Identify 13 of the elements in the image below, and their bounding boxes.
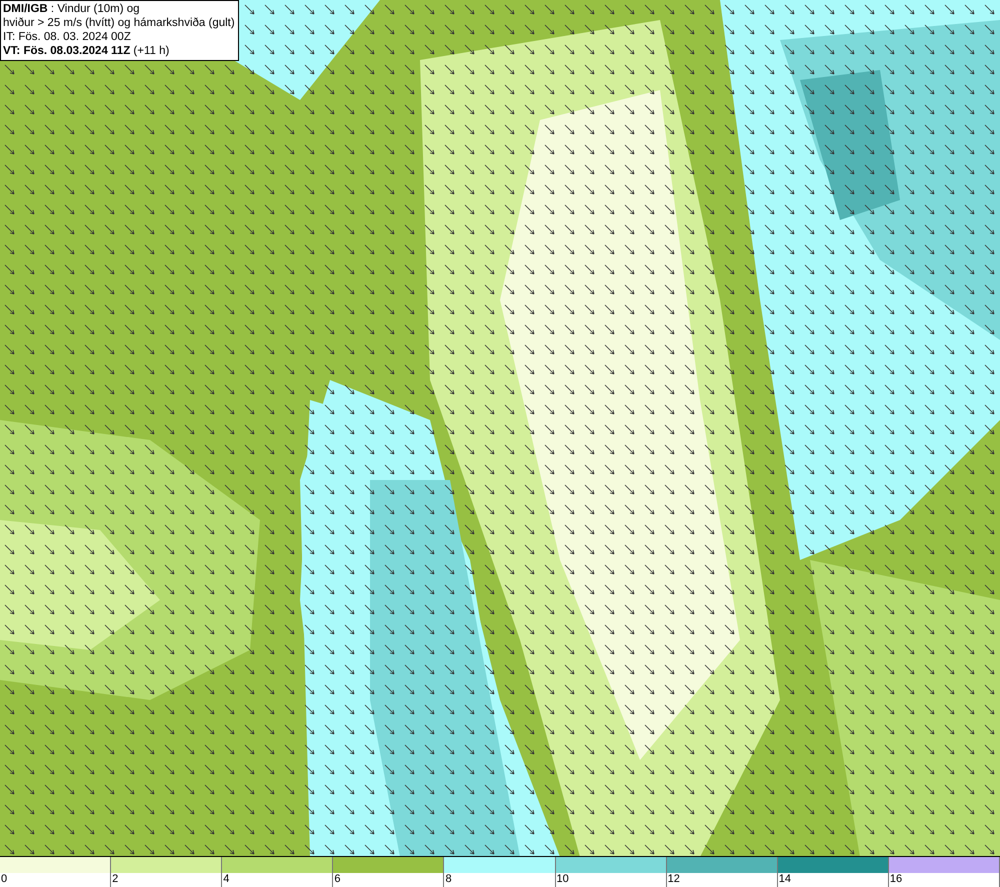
legend-label: 2	[111, 873, 118, 886]
legend-label: 14	[778, 873, 792, 886]
info-text: hviður > 25 m/s (hvítt) og hámarkshviða (gult)	[3, 16, 235, 30]
legend-label: 16	[888, 873, 902, 886]
info-text: VT: Fös. 08.03.2024 11Z (+11 h)	[3, 44, 170, 58]
legend-label: 12	[666, 873, 680, 886]
legend-label: 10	[556, 873, 569, 886]
legend-label: 6	[333, 873, 340, 886]
legend-label: 4	[222, 873, 230, 886]
legend-label: 8	[444, 873, 452, 886]
info-text: IT: Fös. 08. 03. 2024 00Z	[3, 30, 132, 44]
info-text: DMI/IGB : Vindur (10m) og	[3, 2, 141, 16]
legend-label: 0	[0, 873, 8, 886]
